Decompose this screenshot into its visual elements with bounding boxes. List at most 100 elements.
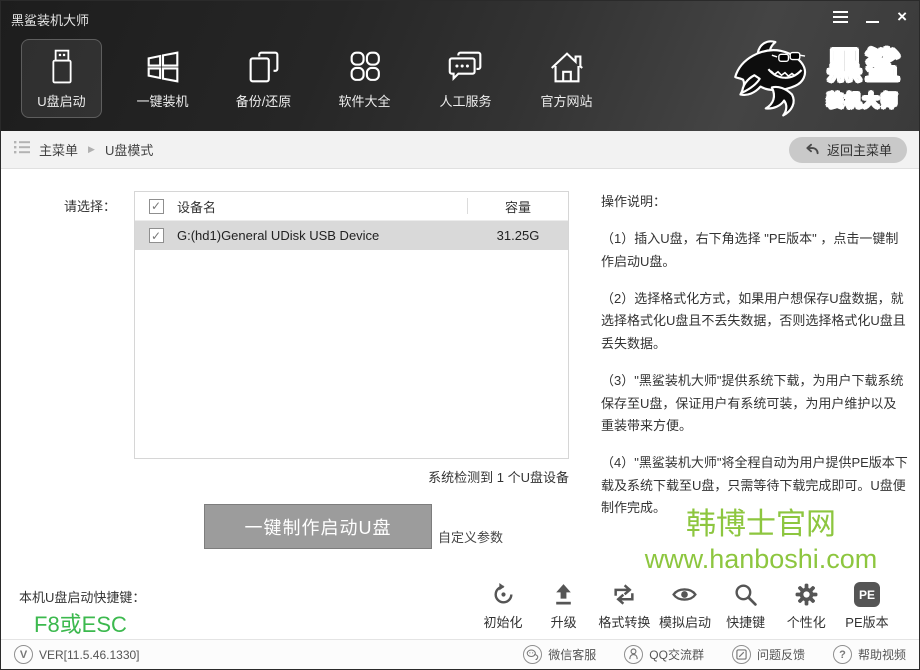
device-name: G:(hd1)General UDisk USB Device bbox=[177, 228, 468, 243]
statusbar-links: 微信客服 QQ交流群 问题反馈 bbox=[523, 645, 906, 664]
tool-pe-version[interactable]: PE PE版本 bbox=[841, 580, 893, 631]
pe-version-icon: PE bbox=[854, 580, 880, 607]
help-video-link[interactable]: ? 帮助视频 bbox=[833, 645, 906, 664]
tool-personalize[interactable]: 个性化 bbox=[780, 580, 832, 631]
initialize-icon bbox=[491, 580, 516, 607]
brand-line2: 装机大师 bbox=[827, 87, 903, 111]
tool-upgrade[interactable]: 升级 bbox=[538, 580, 590, 631]
nav-label: 备份/还原 bbox=[236, 91, 292, 110]
nav-label: 官方网站 bbox=[540, 91, 592, 110]
return-main-menu-button[interactable]: 返回主菜单 bbox=[789, 137, 907, 163]
nav-item-usb-boot[interactable]: U盘启动 bbox=[21, 39, 102, 118]
status-bar: V VER[11.5.46.1330] 微信客服 bbox=[1, 639, 919, 669]
brand-logo: 黑鲨 装机大师 bbox=[723, 35, 903, 124]
tool-label: 个性化 bbox=[787, 612, 826, 631]
nav-item-official-website[interactable]: 官方网站 bbox=[526, 39, 607, 118]
breadcrumb-current: U盘模式 bbox=[105, 140, 153, 159]
backup-restore-icon bbox=[243, 43, 285, 91]
tool-simulate-boot[interactable]: 模拟启动 bbox=[659, 580, 711, 631]
tool-label: 初始化 bbox=[483, 612, 522, 631]
list-menu-icon bbox=[13, 139, 31, 160]
breadcrumb-bar: 主菜单 ▶ U盘模式 返回主菜单 bbox=[1, 131, 919, 169]
tool-initialize[interactable]: 初始化 bbox=[477, 580, 529, 631]
tool-hotkey[interactable]: 快捷键 bbox=[720, 580, 772, 631]
instruction-item: （2）选择格式化方式，如果用户想保存U盘数据，就选择格式化U盘且不丢失数据，否则… bbox=[601, 288, 908, 355]
one-key-install-icon bbox=[142, 43, 184, 91]
official-website-icon bbox=[546, 43, 588, 91]
tool-bar: 初始化 升级 格式转换 bbox=[477, 580, 893, 631]
custom-params-link[interactable]: 自定义参数 bbox=[438, 527, 503, 546]
watermark-line2: www.hanboshi.com bbox=[613, 543, 909, 575]
hotkey-label: 本机U盘启动快捷键： bbox=[19, 587, 145, 606]
statusbar-link-label: 问题反馈 bbox=[757, 646, 805, 663]
pe-badge: PE bbox=[854, 582, 880, 607]
device-row[interactable]: ✓ G:(hd1)General UDisk USB Device 31.25G bbox=[135, 221, 568, 250]
brand-line1: 黑鲨 bbox=[827, 49, 903, 84]
breadcrumb-arrow-icon: ▶ bbox=[88, 144, 95, 155]
statusbar-link-label: QQ交流群 bbox=[649, 646, 704, 663]
personalize-gear-icon bbox=[794, 580, 819, 607]
statusbar-link-label: 帮助视频 bbox=[858, 646, 906, 663]
device-capacity: 31.25G bbox=[468, 228, 568, 243]
statusbar-link-label: 微信客服 bbox=[548, 646, 596, 663]
qq-group-link[interactable]: QQ交流群 bbox=[624, 645, 704, 664]
device-name-header: 设备名 bbox=[177, 197, 467, 216]
nav-item-one-key-install[interactable]: 一键装机 bbox=[122, 39, 203, 118]
main-content: 请选择： ✓ 设备名 容量 ✓ G:(hd1)General UDisk USB… bbox=[1, 170, 919, 639]
version-info[interactable]: V VER[11.5.46.1330] bbox=[14, 645, 140, 664]
capacity-header: 容量 bbox=[468, 197, 568, 216]
customer-service-icon bbox=[444, 43, 488, 91]
upgrade-icon bbox=[551, 580, 576, 607]
instructions-panel: 操作说明： （1）插入U盘，右下角选择 "PE版本" ，点击一键制作启动U盘。 … bbox=[601, 191, 908, 534]
tool-label: 升级 bbox=[551, 612, 577, 631]
wechat-support-link[interactable]: 微信客服 bbox=[523, 645, 596, 664]
minimize-icon[interactable] bbox=[866, 11, 879, 23]
app-window: 黑鲨装机大师 × U盘启动 bbox=[0, 0, 920, 670]
device-table: ✓ 设备名 容量 ✓ G:(hd1)General UDisk USB Devi… bbox=[134, 191, 569, 459]
nav-item-backup-restore[interactable]: 备份/还原 bbox=[223, 39, 304, 118]
device-checkbox-cell: ✓ bbox=[135, 228, 177, 243]
feedback-link[interactable]: 问题反馈 bbox=[732, 645, 805, 664]
breadcrumb-root[interactable]: 主菜单 bbox=[39, 140, 78, 159]
help-icon: ? bbox=[833, 645, 852, 664]
detect-status-text: 系统检测到 1 个U盘设备 bbox=[134, 467, 569, 486]
return-arrow-icon bbox=[804, 141, 820, 159]
hotkey-magnifier-icon bbox=[733, 580, 758, 607]
tool-label: PE版本 bbox=[845, 612, 888, 631]
wechat-icon bbox=[523, 645, 542, 664]
software-collection-icon bbox=[344, 43, 386, 91]
qq-icon bbox=[624, 645, 643, 664]
format-convert-icon bbox=[611, 580, 637, 607]
nav-label: 软件大全 bbox=[338, 91, 390, 110]
main-nav: U盘启动 一键装机 备份/还原 bbox=[21, 39, 607, 118]
hotkey-value: F8或ESC bbox=[34, 607, 127, 639]
menu-icon[interactable] bbox=[833, 11, 848, 23]
app-title: 黑鲨装机大师 bbox=[11, 10, 89, 29]
feedback-icon bbox=[732, 645, 751, 664]
window-controls: × bbox=[833, 11, 907, 23]
make-usb-boot-button[interactable]: 一键制作启动U盘 bbox=[204, 504, 432, 549]
nav-item-customer-service[interactable]: 人工服务 bbox=[425, 39, 506, 118]
instruction-item: （3）"黑鲨装机大师"提供系统下载，为用户下载系统保存至U盘，保证用户有系统可装… bbox=[601, 370, 908, 437]
tool-label: 格式转换 bbox=[598, 612, 650, 631]
version-text: VER[11.5.46.1330] bbox=[39, 648, 140, 662]
nav-label: 一键装机 bbox=[136, 91, 188, 110]
nav-label: 人工服务 bbox=[439, 91, 491, 110]
nav-item-software-collection[interactable]: 软件大全 bbox=[324, 39, 405, 118]
tool-label: 快捷键 bbox=[726, 612, 765, 631]
simulate-boot-icon bbox=[671, 580, 698, 607]
header: 黑鲨装机大师 × U盘启动 bbox=[1, 1, 919, 131]
device-checkbox[interactable]: ✓ bbox=[149, 228, 164, 243]
select-prompt: 请选择： bbox=[64, 196, 116, 215]
watermark-line1: 韩博士官网 bbox=[613, 507, 909, 543]
instruction-item: （1）插入U盘，右下角选择 "PE版本" ，点击一键制作启动U盘。 bbox=[601, 228, 908, 273]
select-all-cell: ✓ bbox=[135, 199, 177, 214]
return-button-label: 返回主菜单 bbox=[827, 140, 892, 159]
close-icon[interactable]: × bbox=[897, 11, 907, 23]
brand-name: 黑鲨 装机大师 bbox=[827, 49, 903, 111]
select-all-checkbox[interactable]: ✓ bbox=[149, 199, 164, 214]
usb-drive-icon bbox=[42, 43, 82, 91]
shark-logo-icon bbox=[723, 35, 819, 124]
tool-format-convert[interactable]: 格式转换 bbox=[598, 580, 650, 631]
table-header-row: ✓ 设备名 容量 bbox=[135, 192, 568, 221]
